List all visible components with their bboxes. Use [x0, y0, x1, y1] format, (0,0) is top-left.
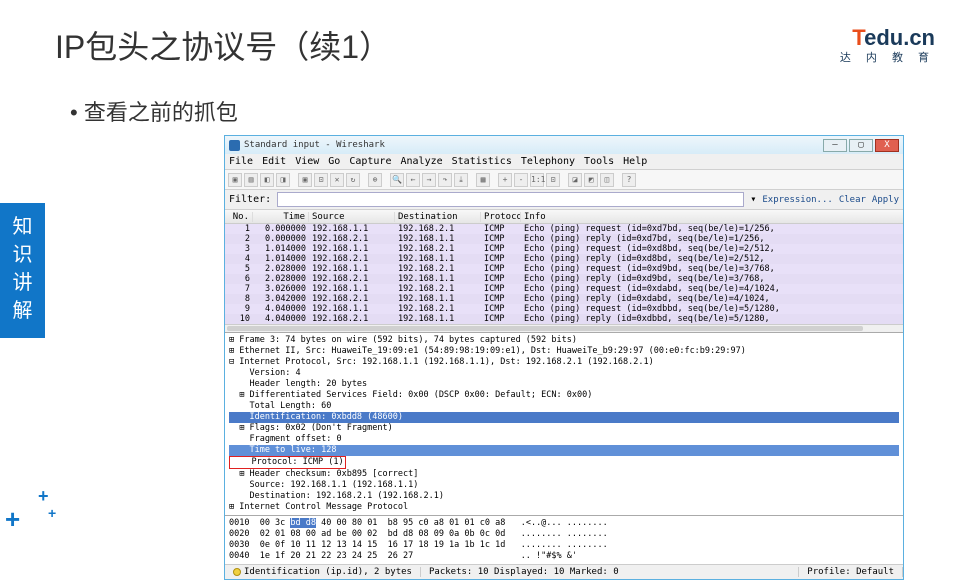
toolbar-button[interactable]: ◨ — [276, 173, 290, 187]
sidebar-label: 知 识 讲 解 — [0, 203, 45, 338]
table-row[interactable]: 41.014000192.168.2.1192.168.1.1ICMPEcho … — [225, 254, 903, 264]
field-protocol: Protocol: ICMP (1) — [229, 456, 346, 469]
clear-button[interactable]: Clear — [839, 195, 866, 205]
toolbar-button[interactable]: ⊡ — [546, 173, 560, 187]
toolbar-button[interactable]: 1:1 — [530, 173, 544, 187]
toolbar-button[interactable]: 🔍 — [390, 173, 404, 187]
maximize-button[interactable]: ▢ — [849, 139, 873, 152]
packet-list-header[interactable]: No.TimeSourceDestinationProtocolInfo — [225, 210, 903, 224]
menu-file[interactable]: File — [229, 156, 253, 167]
toolbar-button[interactable]: ▣ — [298, 173, 312, 187]
toolbar-button[interactable]: ↷ — [438, 173, 452, 187]
menu-statistics[interactable]: Statistics — [452, 156, 512, 167]
apply-button[interactable]: Apply — [872, 195, 899, 205]
menu-edit[interactable]: Edit — [262, 156, 286, 167]
window-titlebar[interactable]: Standard input - Wireshark – ▢ X — [225, 136, 903, 154]
field-ttl: Time to live: 128 — [229, 445, 899, 456]
window-title: Standard input - Wireshark — [244, 140, 823, 150]
table-row[interactable]: 31.014000192.168.1.1192.168.2.1ICMPEcho … — [225, 244, 903, 254]
menu-tools[interactable]: Tools — [584, 156, 614, 167]
menu-telephony[interactable]: Telephony — [521, 156, 575, 167]
toolbar-button[interactable]: ⊡ — [314, 173, 328, 187]
bulb-icon — [233, 568, 241, 576]
toolbar-button[interactable]: ✕ — [330, 173, 344, 187]
toolbar-button[interactable]: + — [498, 173, 512, 187]
menu-go[interactable]: Go — [328, 156, 340, 167]
toolbar-button[interactable]: ? — [622, 173, 636, 187]
menu-capture[interactable]: Capture — [349, 156, 391, 167]
toolbar: ▣▥◧◨ ▣⊡✕↻ ⊕ 🔍←→↷⤓ ▦ +-1:1⊡ ◪◩◫ ? — [225, 170, 903, 190]
toolbar-button[interactable]: - — [514, 173, 528, 187]
table-row[interactable]: 20.000000192.168.2.1192.168.1.1ICMPEcho … — [225, 234, 903, 244]
table-row[interactable]: 94.040000192.168.1.1192.168.2.1ICMPEcho … — [225, 304, 903, 314]
toolbar-button[interactable]: ▦ — [476, 173, 490, 187]
close-button[interactable]: X — [875, 139, 899, 152]
toolbar-button[interactable]: ⤓ — [454, 173, 468, 187]
toolbar-button[interactable]: ▣ — [228, 173, 242, 187]
menu-help[interactable]: Help — [623, 156, 647, 167]
toolbar-button[interactable]: ↻ — [346, 173, 360, 187]
menu-view[interactable]: View — [295, 156, 319, 167]
packet-list[interactable]: 10.000000192.168.1.1192.168.2.1ICMPEcho … — [225, 224, 903, 324]
wireshark-icon — [229, 140, 240, 151]
minimize-button[interactable]: – — [823, 139, 847, 152]
toolbar-button[interactable]: ◧ — [260, 173, 274, 187]
table-row[interactable]: 104.040000192.168.2.1192.168.1.1ICMPEcho… — [225, 314, 903, 324]
filter-bar: Filter: ▾ Expression... Clear Apply — [225, 190, 903, 210]
filter-input[interactable] — [277, 192, 744, 207]
table-row[interactable]: 83.042000192.168.2.1192.168.1.1ICMPEcho … — [225, 294, 903, 304]
bullet-text: • 查看之前的抓包 — [70, 95, 238, 127]
decoration-plus: +++ — [5, 504, 20, 535]
logo: Tedu.cn 达 内 教 育 — [840, 25, 935, 65]
toolbar-button[interactable]: ← — [406, 173, 420, 187]
status-bar: Identification (ip.id), 2 bytes Packets:… — [225, 564, 903, 579]
hex-selected: bd d8 — [290, 518, 316, 528]
toolbar-button[interactable]: ◩ — [584, 173, 598, 187]
toolbar-button[interactable]: ▥ — [244, 173, 258, 187]
toolbar-button[interactable]: → — [422, 173, 436, 187]
toolbar-button[interactable]: ◫ — [600, 173, 614, 187]
table-row[interactable]: 62.028000192.168.2.1192.168.1.1ICMPEcho … — [225, 274, 903, 284]
toolbar-button[interactable]: ◪ — [568, 173, 582, 187]
menu-bar[interactable]: File Edit View Go Capture Analyze Statis… — [225, 154, 903, 170]
expression-button[interactable]: Expression... — [762, 195, 832, 205]
table-row[interactable]: 10.000000192.168.1.1192.168.2.1ICMPEcho … — [225, 224, 903, 234]
packet-details[interactable]: ⊞ Frame 3: 74 bytes on wire (592 bits), … — [225, 332, 903, 515]
field-identification: Identification: 0xbdd8 (48600) — [229, 412, 899, 423]
table-row[interactable]: 73.026000192.168.1.1192.168.2.1ICMPEcho … — [225, 284, 903, 294]
scrollbar[interactable] — [225, 324, 903, 332]
table-row[interactable]: 52.028000192.168.1.1192.168.2.1ICMPEcho … — [225, 264, 903, 274]
wireshark-window: Standard input - Wireshark – ▢ X File Ed… — [224, 135, 904, 580]
toolbar-button[interactable]: ⊕ — [368, 173, 382, 187]
menu-analyze[interactable]: Analyze — [400, 156, 442, 167]
slide-title: IP包头之协议号（续1） — [55, 22, 391, 68]
filter-label: Filter: — [229, 194, 271, 205]
